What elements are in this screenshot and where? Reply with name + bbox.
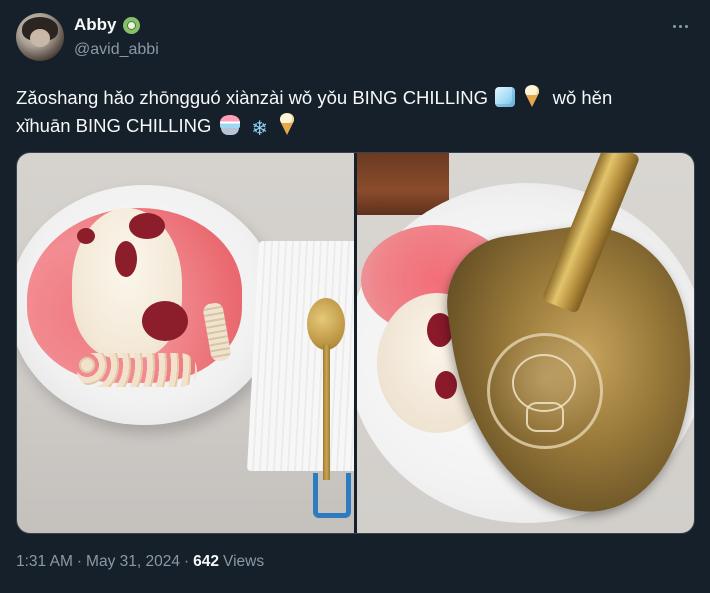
meta-separator: · (183, 553, 190, 570)
syrup-drop (142, 301, 188, 341)
author-display-name[interactable]: Abby (74, 15, 117, 35)
tweet-text-line1-prefix: Zǎoshang hǎo zhōngguó xiànzài wǒ yǒu BIN… (16, 87, 489, 108)
kiwi-badge-icon (122, 16, 140, 34)
syrup-drop (115, 241, 137, 277)
views-count: 642 (193, 553, 220, 570)
photo-doraemon-spoon[interactable] (357, 153, 694, 533)
spoon-stand (313, 473, 351, 518)
snowflake-icon: ❄ (251, 116, 269, 140)
tweet-date[interactable]: May 31, 2024 (86, 553, 180, 571)
napkin (246, 241, 354, 471)
author-handle[interactable]: @avid_abbi (74, 41, 159, 59)
syrup-drop (129, 213, 165, 239)
views-label: Views (223, 553, 265, 570)
avatar-face (30, 29, 50, 47)
shaved-ice-icon (219, 115, 241, 135)
syrup-drop (77, 228, 95, 244)
tweet-time[interactable]: 1:31 AM (16, 553, 73, 571)
spoon-head (307, 298, 345, 350)
tweet-card: Abby @avid_abbi Zǎoshang hǎo zhōngguó xi… (0, 0, 710, 593)
tweet-text: Zǎoshang hǎo zhōngguó xiànzài wǒ yǒu BIN… (16, 84, 696, 140)
more-options-icon[interactable] (668, 16, 692, 36)
tweet-meta: 1:31 AM · May 31, 2024 · 642 Views (16, 553, 264, 571)
avatar[interactable] (16, 13, 64, 61)
ice-cube-icon (495, 87, 516, 107)
soft-ice-cream-icon (279, 113, 295, 135)
author-name-row: Abby (74, 15, 140, 35)
media-grid (16, 152, 695, 534)
syrup-drop (435, 371, 457, 399)
photo-shaved-ice-bowl[interactable] (17, 153, 354, 533)
spoon-handle (323, 345, 330, 480)
cereal-puffs (77, 353, 197, 387)
meta-separator: · (76, 553, 83, 570)
soft-ice-cream-icon (524, 85, 540, 107)
tweet-text-line2-prefix: xǐhuān BING CHILLING (16, 115, 212, 136)
doraemon-engraving (487, 333, 603, 449)
tweet-text-line1-suffix: wǒ hěn (552, 87, 613, 108)
